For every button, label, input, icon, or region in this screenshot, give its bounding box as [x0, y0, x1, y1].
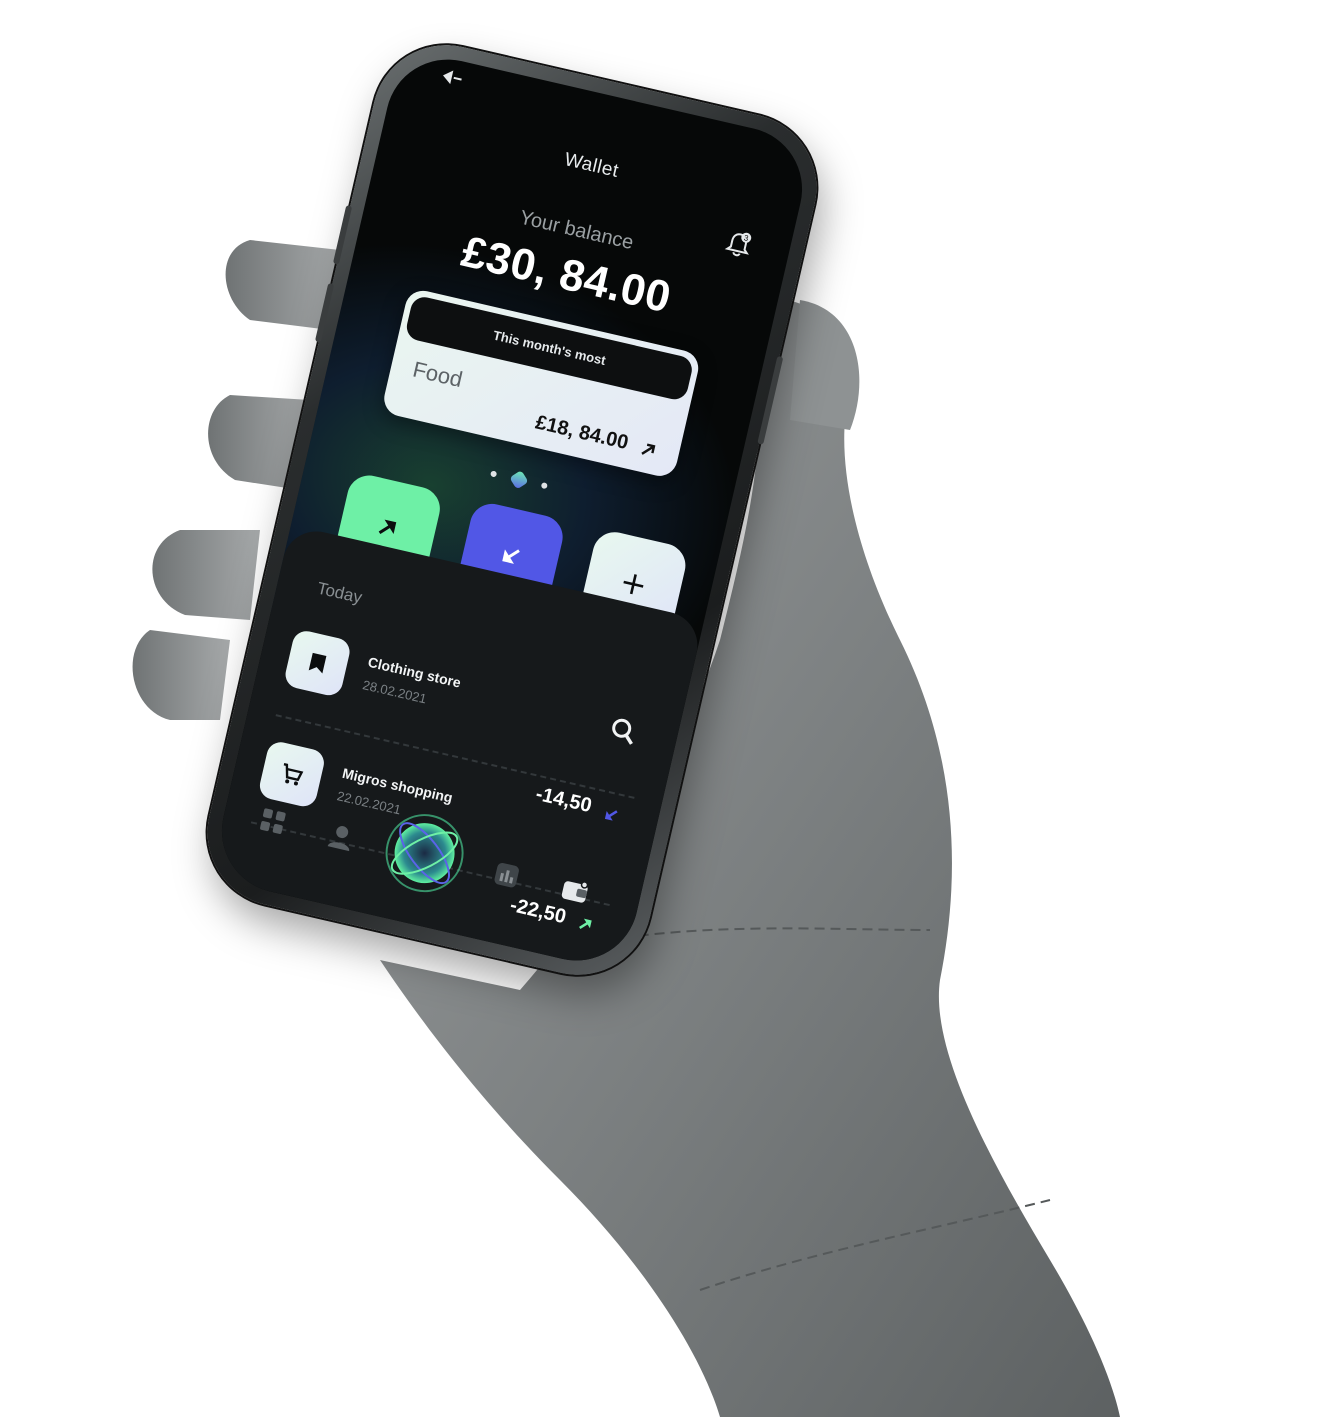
finger-3 [152, 530, 260, 620]
summary-card-amount: £18, 84.00 [533, 411, 631, 455]
summary-card-category: Food [410, 356, 465, 393]
section-label: Today [315, 578, 364, 608]
arrow-up-right-icon [378, 519, 397, 535]
carousel-dot[interactable] [489, 470, 497, 478]
arrow-up-right-icon [641, 443, 656, 455]
wallet-icon[interactable] [557, 873, 593, 909]
arrow-down-left-icon [502, 549, 520, 564]
back-icon[interactable] [438, 65, 466, 90]
grid-icon[interactable] [255, 803, 291, 839]
user-icon[interactable] [323, 819, 359, 855]
orb-icon[interactable] [374, 803, 475, 904]
plus-icon [623, 574, 644, 595]
carousel-dot[interactable] [541, 481, 549, 490]
finger-4 [132, 630, 230, 720]
chart-icon[interactable] [489, 857, 525, 893]
